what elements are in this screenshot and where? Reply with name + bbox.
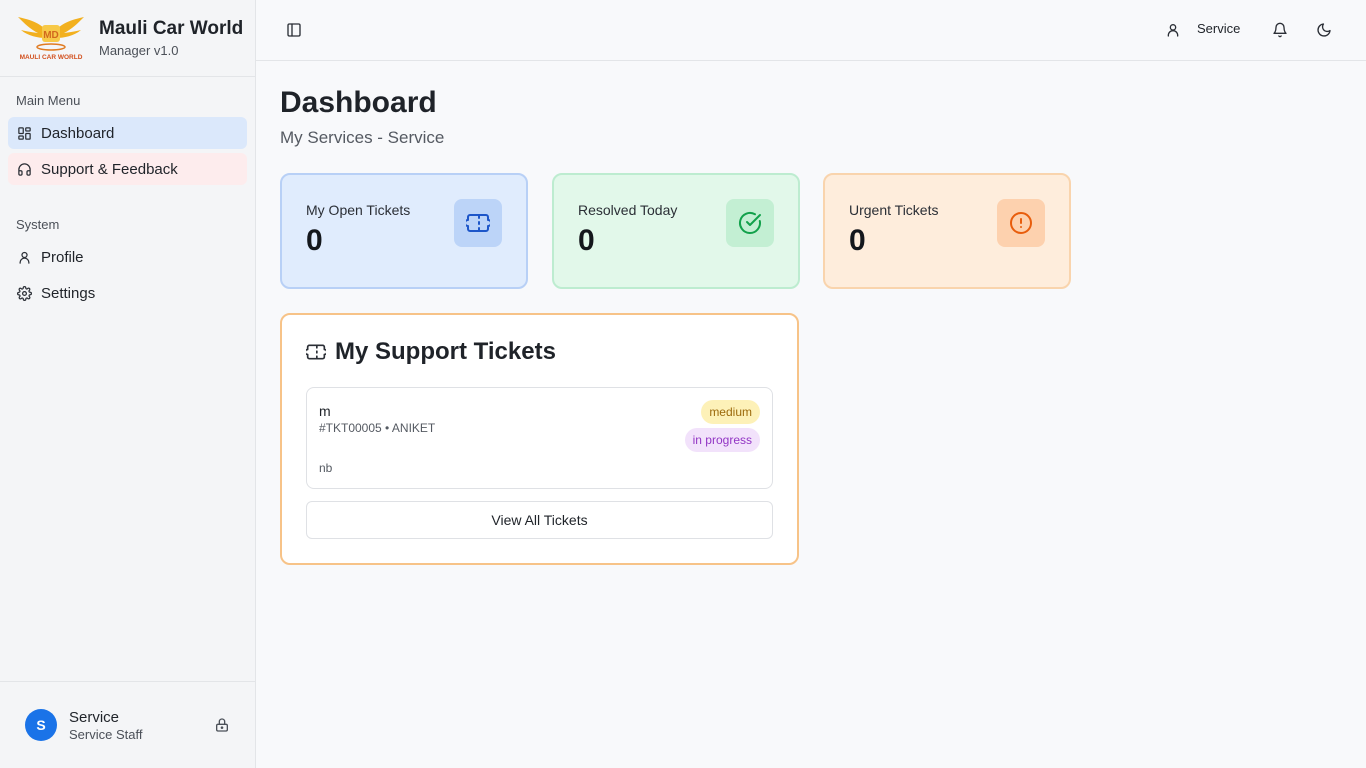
stat-icon-box — [726, 199, 774, 247]
ticket-meta: #TKT00005 • ANIKET — [319, 421, 436, 435]
priority-badge: medium — [701, 400, 760, 424]
ticket-subject: m — [319, 403, 331, 419]
top-user-label[interactable]: Service — [1197, 21, 1240, 36]
sidebar-item-support-feedback[interactable]: Support & Feedback — [8, 153, 247, 185]
brand-version: Manager v1.0 — [99, 43, 179, 58]
moon-icon[interactable] — [1316, 22, 1332, 38]
stat-card-urgent-tickets: Urgent Tickets 0 — [823, 173, 1071, 289]
sidebar-item-label: Dashboard — [41, 124, 115, 142]
support-tickets-card: My Support Tickets m #TKT00005 • ANIKET … — [280, 313, 799, 565]
user-icon — [19, 251, 30, 264]
card-title: My Support Tickets — [306, 338, 556, 366]
sidebar-item-label: Profile — [41, 248, 84, 266]
ticket-icon — [466, 214, 490, 232]
page-title: Dashboard — [280, 86, 437, 119]
topbar: Service — [256, 0, 1366, 61]
sidebar-item-dashboard[interactable]: Dashboard — [8, 117, 247, 149]
system-label: System — [16, 217, 60, 232]
sidebar-item-label: Settings — [41, 284, 96, 302]
page-subtitle: My Services - Service — [280, 128, 445, 147]
bell-icon[interactable] — [1272, 22, 1288, 38]
stat-icon-box — [997, 199, 1045, 247]
stat-icon-box — [454, 199, 502, 247]
user-icon[interactable] — [1165, 22, 1181, 38]
alert-circle-icon — [1010, 212, 1032, 234]
avatar[interactable]: S — [25, 709, 57, 741]
brand-logo: MD MAULI CAR WORLD — [18, 17, 84, 61]
user-role: Service Staff — [69, 726, 143, 742]
status-badge: in progress — [684, 428, 760, 452]
stat-card-open-tickets: My Open Tickets 0 — [280, 173, 528, 289]
brand-title: Mauli Car World — [99, 18, 244, 39]
svg-text:MD: MD — [43, 30, 59, 41]
main-menu-label: Main Menu — [16, 93, 81, 108]
sidebar-item-profile[interactable]: Profile — [8, 241, 247, 273]
brand-header: MD MAULI CAR WORLD Mauli Car World Manag… — [0, 0, 255, 77]
check-circle-icon — [739, 211, 761, 234]
ticket-description: nb — [319, 461, 333, 475]
sidebar-toggle-icon[interactable] — [286, 22, 302, 38]
view-all-tickets-button[interactable]: View All Tickets — [306, 501, 773, 539]
layout-grid-icon — [18, 126, 31, 140]
ticket-item[interactable]: m #TKT00005 • ANIKET nb medium in progre… — [306, 387, 773, 489]
sidebar-item-label: Support & Feedback — [41, 160, 178, 178]
sidebar: MD MAULI CAR WORLD Mauli Car World Manag… — [0, 0, 256, 768]
user-name: Service — [69, 708, 120, 726]
headphones-icon — [18, 162, 31, 176]
lock-icon[interactable] — [214, 717, 230, 733]
sidebar-item-settings[interactable]: Settings — [8, 277, 247, 309]
sidebar-user-box: S Service Service Staff — [0, 681, 255, 768]
stat-card-resolved-today: Resolved Today 0 — [552, 173, 800, 289]
ticket-icon — [306, 344, 326, 360]
svg-text:MAULI CAR WORLD: MAULI CAR WORLD — [20, 54, 83, 61]
gear-icon — [17, 285, 32, 301]
card-title-text: My Support Tickets — [335, 338, 556, 365]
